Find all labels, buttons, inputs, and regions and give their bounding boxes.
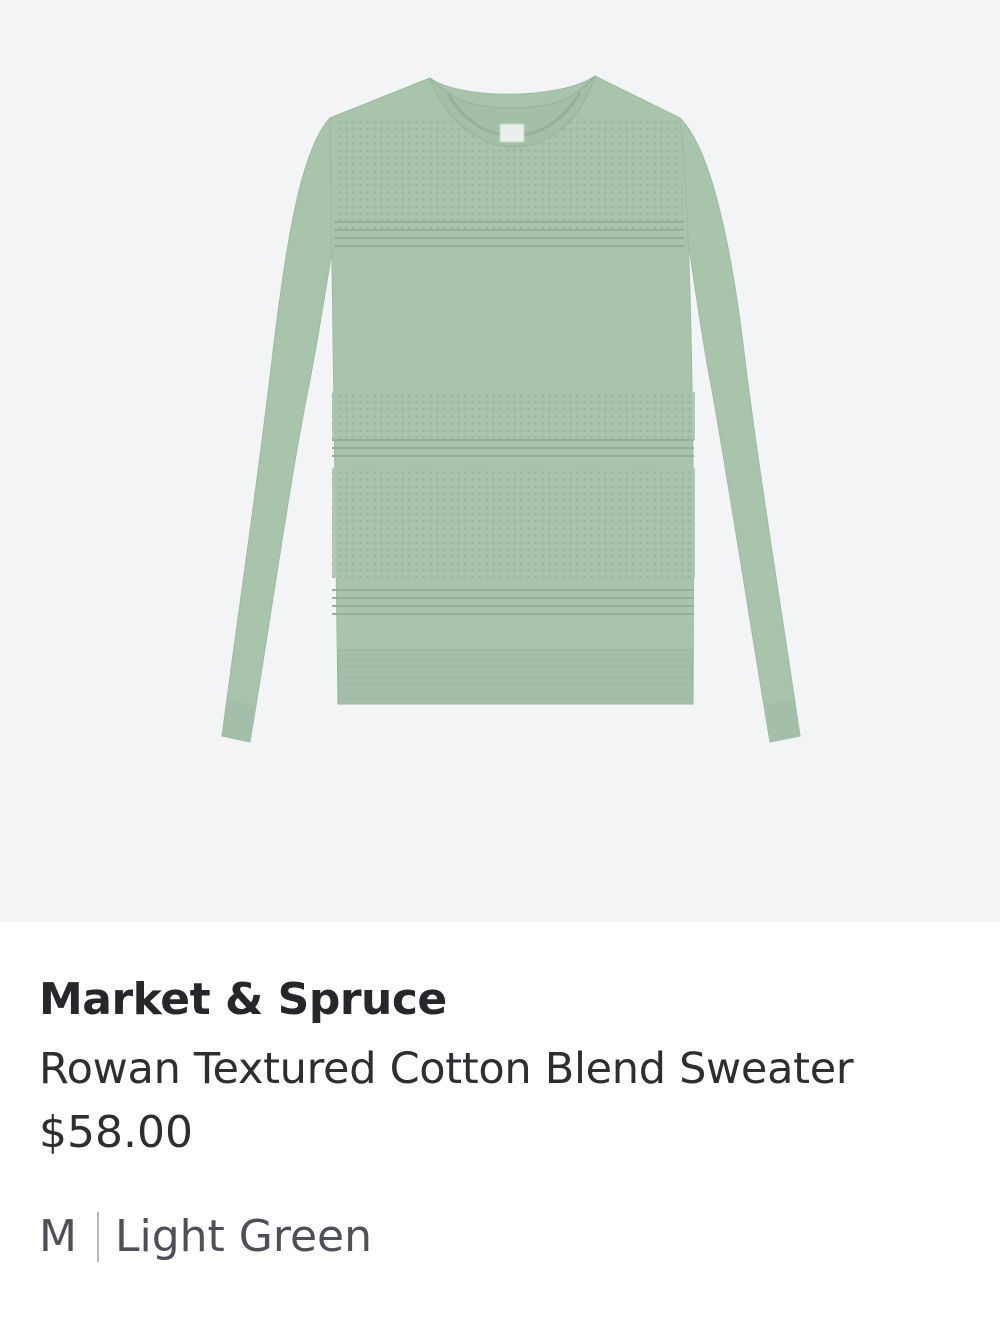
product-price: $58.00 [39,1107,193,1158]
product-image[interactable] [0,0,1000,922]
size-value: M [39,1211,77,1262]
product-card[interactable]: Market & Spruce Rowan Textured Cotton Bl… [0,0,1000,1333]
product-meta: M Light Green [39,1206,980,1268]
product-name: Rowan Textured Cotton Blend Sweater [39,1044,854,1094]
brand-name: Market & Spruce [39,974,447,1025]
color-value: Light Green [114,1211,373,1262]
product-info: Market & Spruce Rowan Textured Cotton Bl… [39,960,980,1268]
sweater-image [221,75,801,743]
separator [96,1212,99,1262]
